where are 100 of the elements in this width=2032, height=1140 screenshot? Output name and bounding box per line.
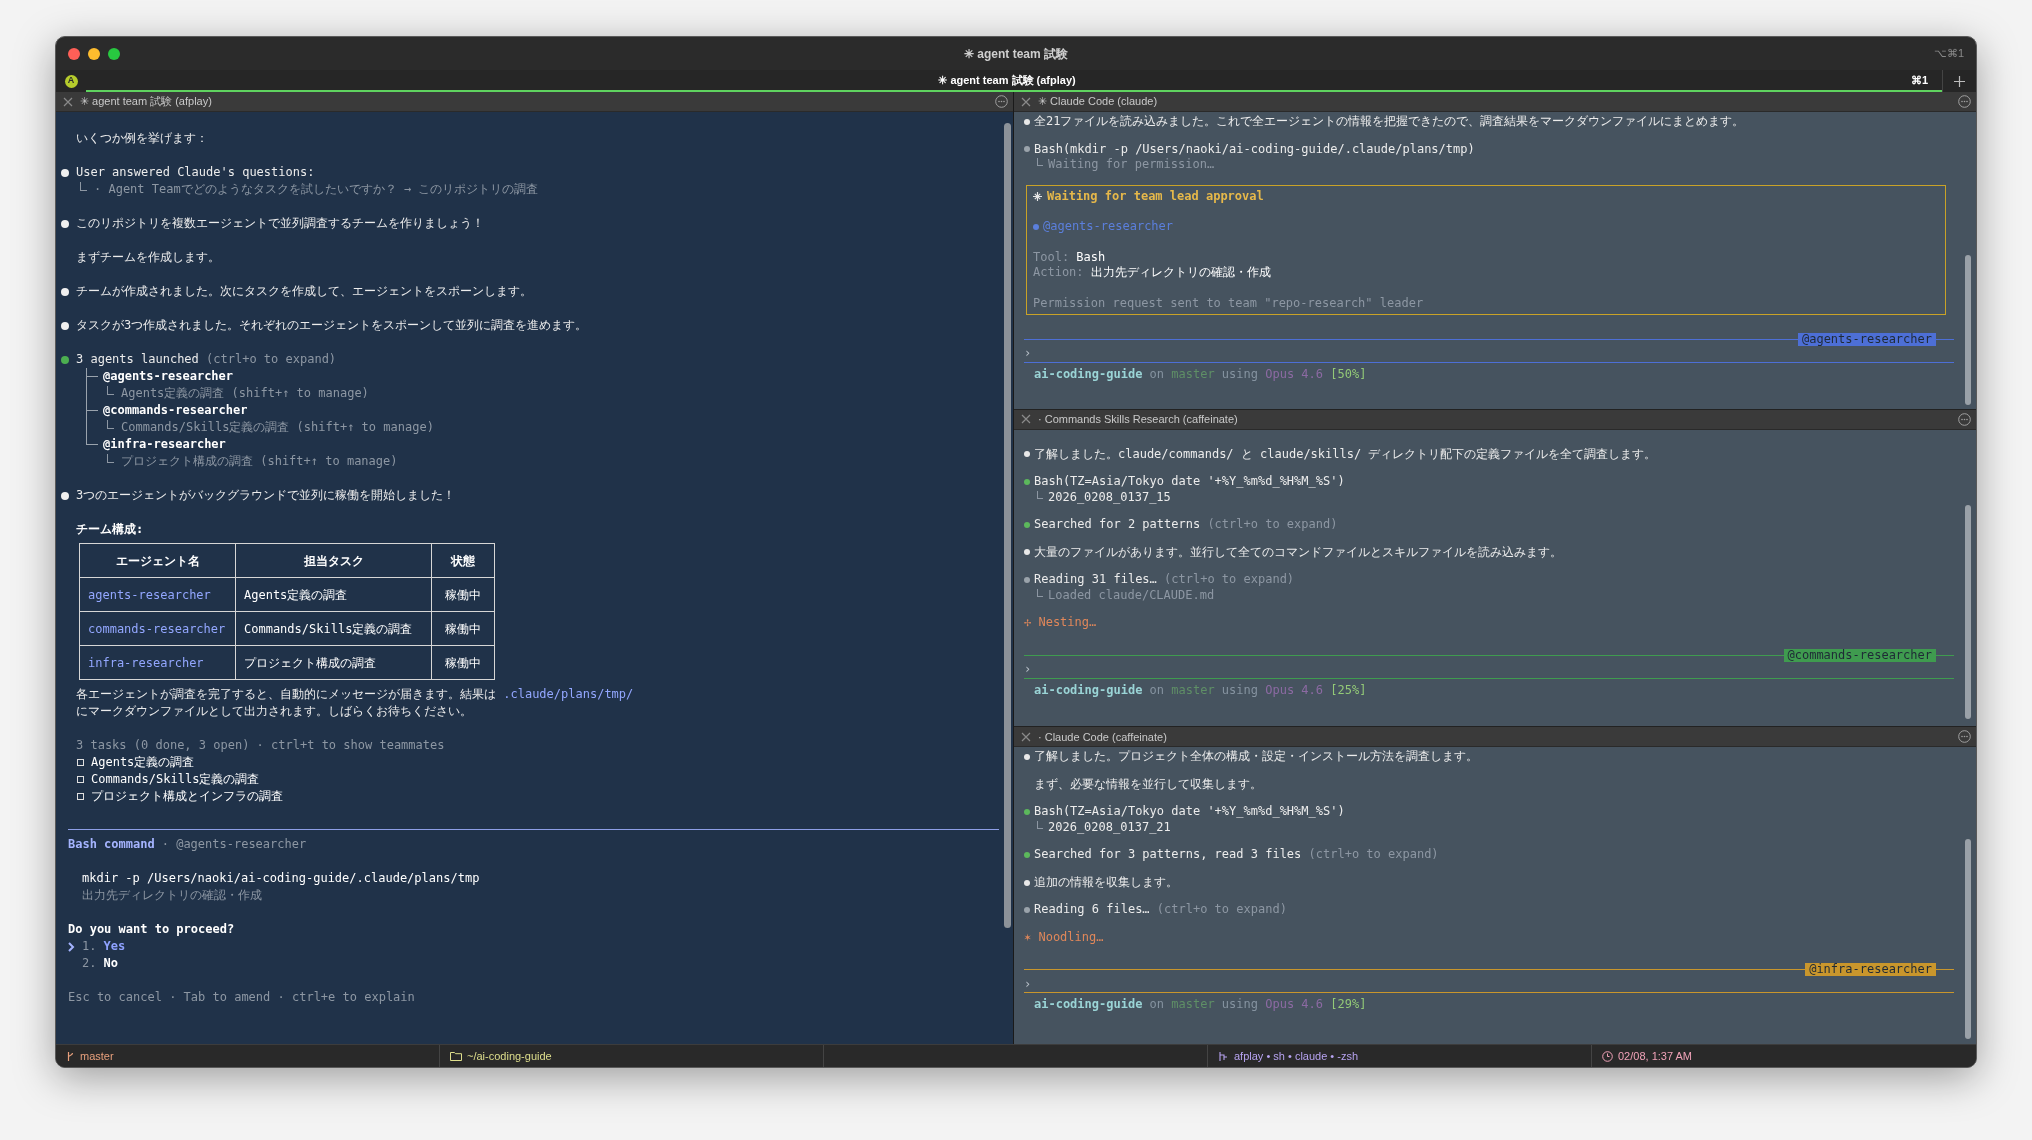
message-text: まず、必要な情報を並行して収集します。 bbox=[1034, 776, 1262, 793]
message-text: にマークダウンファイルとして出力されます。しばらくお待ちください。 bbox=[76, 703, 472, 720]
detail-text: Agents定義の調査 (shift+↑ to manage) bbox=[121, 385, 369, 402]
column-header: 担当タスク bbox=[235, 543, 432, 578]
table-cell: agents-researcher bbox=[79, 577, 236, 612]
profile-badge[interactable]: A bbox=[64, 74, 78, 88]
question-text: Do you want to proceed? bbox=[68, 921, 236, 938]
task-text: Agents定義の調査 bbox=[91, 754, 195, 771]
message-text: いくつか例を挙げます： bbox=[76, 130, 208, 147]
message-text: Bash(TZ=Asia/Tokyo date '+%Y_%m%d_%H%M_%S') bbox=[1034, 474, 1345, 490]
status-line: ai-coding-guide on master using Opus 4.6 [50%] bbox=[1033, 367, 1368, 383]
option[interactable]: 1. Yes bbox=[68, 938, 126, 955]
checkbox[interactable] bbox=[77, 759, 84, 766]
status-line: ai-coding-guide on master using Opus 4.6 [29%] bbox=[1033, 997, 1368, 1013]
message-text: 追加の情報を収集します。 bbox=[1034, 874, 1178, 891]
table-cell: Commands/Skills定義の調査 bbox=[235, 611, 432, 646]
scrollbar[interactable] bbox=[1965, 839, 1971, 1040]
pane-title: · Claude Code (caffeinate) bbox=[1038, 729, 1167, 745]
pane-title: · Commands Skills Research (caffeinate) bbox=[1038, 411, 1238, 427]
table-cell: infra-researcher bbox=[79, 645, 236, 680]
table-cell: 稼働中 bbox=[431, 645, 495, 680]
message-text: 了解しました。プロジェクト全体の構成・設定・インストール方法を調査します。 bbox=[1034, 749, 1478, 765]
message-text: Reading 31 files… (ctrl+o to expand) bbox=[1034, 572, 1295, 588]
checkbox[interactable] bbox=[77, 776, 84, 783]
scrollbar[interactable] bbox=[1965, 504, 1971, 719]
agent-name: @commands-researcher bbox=[103, 402, 249, 419]
approval-title: Waiting for team lead approval bbox=[1047, 188, 1264, 204]
field-text: Tool: Bash bbox=[1033, 249, 1107, 265]
prompt-title: Bash command bbox=[68, 836, 155, 853]
detail-text: 2026_0208_0137_15 bbox=[1048, 489, 1171, 506]
message-text: まずチームを作成します。 bbox=[76, 249, 220, 266]
shortcut-text: ⌥⌘1 bbox=[1933, 46, 1964, 62]
message-text: 各エージェントが調査を完了すると、自動的にメッセージが届きます。結果は .claude/plans/tmp/ bbox=[76, 686, 634, 703]
more-icon[interactable] bbox=[995, 95, 1008, 108]
table-cell: プロジェクト構成の調査 bbox=[235, 645, 432, 680]
close-icon[interactable] bbox=[1021, 96, 1031, 107]
spinner-text: ✶ Noodling… bbox=[1024, 929, 1104, 946]
message-text: タスクが3つ作成されました。それぞれのエージェントをスポーンして並列に調査を進めます。 bbox=[76, 317, 588, 334]
branch-name: master bbox=[80, 1048, 114, 1064]
message-text: 大量のファイルがあります。並行して全てのコマンドファイルとスキルファイルを読み込みます。 bbox=[1034, 544, 1562, 561]
input-field[interactable]: › bbox=[1024, 661, 1954, 678]
task-summary: 3 tasks (0 done, 3 open) · ctrl+t to show teammates bbox=[76, 737, 446, 754]
message-text: User answered Claude's questions: bbox=[76, 164, 315, 181]
column-header: 状態 bbox=[431, 543, 495, 578]
pane-title: ✳ agent team 試験 (afplay) bbox=[80, 94, 212, 110]
detail-text: · Agent Teamでどのようなタスクを試したいですか？ → このリポジトリの調査 bbox=[94, 181, 539, 198]
table-cell: 稼働中 bbox=[431, 577, 495, 612]
input-field[interactable]: › bbox=[1024, 976, 1954, 993]
spinner-text: ✢ Nesting… bbox=[1024, 615, 1097, 631]
message-text: 3 agents launched (ctrl+o to expand) bbox=[76, 351, 337, 368]
folder-path: ~/ai-coding-guide bbox=[467, 1048, 552, 1064]
agent-name: @agents-researcher bbox=[1043, 219, 1174, 235]
clock-icon bbox=[1602, 1050, 1613, 1062]
plus-icon bbox=[1954, 75, 1965, 87]
message-text: Reading 6 files… (ctrl+o to expand) bbox=[1034, 902, 1287, 918]
table-cell: 稼働中 bbox=[431, 611, 495, 646]
detail-text: プロジェクト構成の調査 (shift+↑ to manage) bbox=[121, 453, 398, 470]
message-text: Searched for 2 patterns (ctrl+o to expand) bbox=[1034, 517, 1338, 533]
field-text: Action: 出力先ディレクトリの確認・作成 bbox=[1033, 265, 1272, 281]
checkbox[interactable] bbox=[77, 793, 84, 800]
minimize-button[interactable] bbox=[88, 47, 100, 60]
pane-title: ✳ Claude Code (claude) bbox=[1038, 94, 1158, 110]
status-line: ai-coding-guide on master using Opus 4.6 [25%] bbox=[1033, 682, 1368, 699]
message-text: 全21ファイルを読み込みました。これで全エージェントの情報を把握できたので、調査結果をマークダウンファイルにまとめます。 bbox=[1034, 114, 1745, 130]
footer-text: Permission request sent to team "repo-research" leader bbox=[1033, 295, 1425, 311]
task-text: Commands/Skills定義の調査 bbox=[91, 771, 260, 788]
zoom-button[interactable] bbox=[108, 47, 120, 60]
message-text: Bash(mkdir -p /Users/naoki/ai-coding-guide/.claude/plans/tmp) bbox=[1034, 141, 1475, 157]
table-caption: チーム構成: bbox=[76, 521, 145, 538]
task-text: プロジェクト構成とインフラの調査 bbox=[91, 788, 283, 805]
hint-text: Esc to cancel · Tab to amend · ctrl+e to explain bbox=[68, 989, 416, 1006]
agent-name: @infra-researcher bbox=[103, 436, 227, 453]
close-icon[interactable] bbox=[1021, 731, 1031, 742]
teammate-tag: @agents-researcher bbox=[1797, 333, 1936, 346]
command-text: mkdir -p /Users/naoki/ai-coding-guide/.claude/plans/tmp bbox=[81, 870, 481, 887]
more-icon[interactable] bbox=[1958, 412, 1971, 426]
close-icon[interactable] bbox=[1021, 414, 1031, 425]
table-cell: Agents定義の調査 bbox=[235, 577, 432, 612]
folder-icon bbox=[450, 1051, 462, 1061]
close-button[interactable] bbox=[68, 47, 80, 60]
agent-name: @agents-researcher bbox=[103, 368, 235, 385]
detail-text: Waiting for permission… bbox=[1048, 157, 1215, 173]
teammate-tag: @commands-researcher bbox=[1783, 648, 1936, 662]
close-icon[interactable] bbox=[63, 96, 73, 107]
input-field[interactable]: › bbox=[1024, 346, 1954, 362]
pointer-icon bbox=[68, 941, 75, 952]
agent-name: · @agents-researcher bbox=[161, 836, 307, 853]
sparkle-icon bbox=[1033, 191, 1042, 201]
message-text: このリポジトリを複数エージェントで並列調査するチームを作りましょう！ bbox=[76, 215, 484, 232]
option[interactable]: 2. No bbox=[68, 955, 118, 972]
more-icon[interactable] bbox=[1958, 95, 1971, 108]
message-text: 了解しました。claude/commands/ と claude/skills/ ディレクトリ配下の定義ファイルを全て調査します。 bbox=[1034, 446, 1657, 463]
scrollbar[interactable] bbox=[1965, 255, 1971, 405]
more-icon[interactable] bbox=[1958, 730, 1971, 744]
message-text: Bash(TZ=Asia/Tokyo date '+%Y_%m%d_%H%M_%S') bbox=[1034, 804, 1345, 820]
branch-icon bbox=[66, 1050, 75, 1062]
window-title: ✳ agent team 試験 bbox=[964, 45, 1068, 63]
message-text: チームが作成されました。次にタスクを作成して、エージェントをスポーンします。 bbox=[76, 283, 532, 300]
teammate-tag: @infra-researcher bbox=[1805, 963, 1936, 977]
scrollbar[interactable] bbox=[1004, 123, 1011, 928]
